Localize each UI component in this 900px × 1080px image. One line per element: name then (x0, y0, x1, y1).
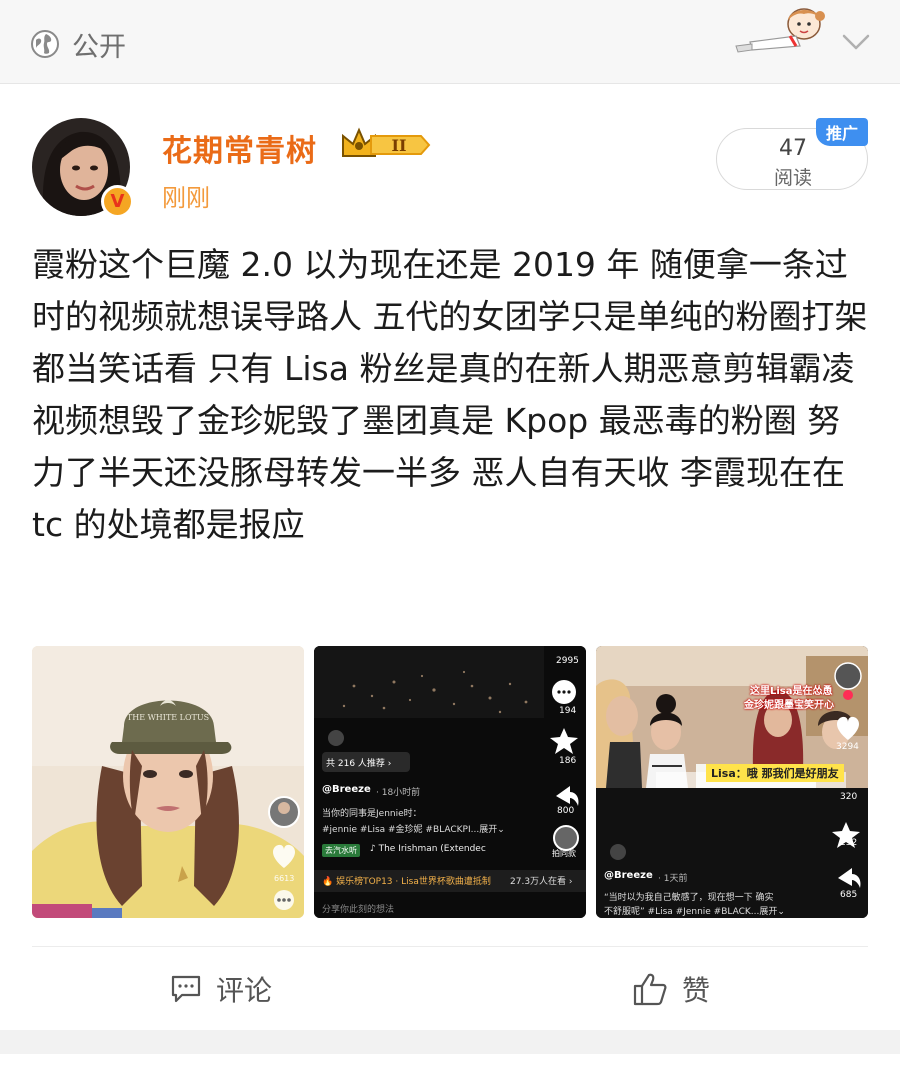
same-style-label[interactable]: 拍同款 (552, 848, 576, 859)
chevron-down-icon[interactable] (840, 28, 872, 54)
video-time: · 18小时前 (376, 788, 421, 798)
comment-button[interactable]: 评论 (170, 966, 272, 1012)
video-subtitle: Lisa：哦 那我们是好朋友 (706, 764, 844, 782)
music-tag[interactable]: 去汽水听 (322, 844, 360, 857)
member-level: II (392, 136, 407, 155)
video-caption-line2[interactable]: 不舒服呢” #Lisa #Jennie #BLACK...展开⌄ (604, 904, 785, 917)
verified-badge-icon: V (101, 185, 134, 218)
privacy-setting[interactable]: 公开 (30, 26, 126, 63)
read-label: 阅读 (773, 167, 812, 189)
globe-icon (31, 30, 59, 58)
video-time: · 1天前 (658, 874, 688, 884)
top-count: 2995 (556, 656, 579, 666)
reclining-mascot-icon (735, 8, 825, 53)
comment-label: 评论 (216, 974, 273, 1007)
media-thumbnail-3[interactable]: 这里Lisa是在怂恿 金珍妮跟墨宝笑开心 Lisa：哦 那我们是好朋友 3294… (596, 646, 868, 918)
top-bar: 公开 (0, 0, 900, 84)
music-title: ♪ The Irishman (Extendec (370, 844, 486, 854)
trending-banner[interactable]: 🔥 娱乐榜TOP13 · Lisa世界杯歌曲遭抵制 (322, 874, 491, 887)
like-label: 赞 (682, 974, 711, 1007)
video-caption-line2[interactable]: #jennie #Lisa #金珍妮 #BLACKPI...展开⌄ (322, 822, 505, 835)
username[interactable]: 花期常青树 (162, 126, 317, 170)
comment-input[interactable]: 分享你此刻的想法 (322, 902, 394, 915)
video-frame-1: THE WHITE LOTUS (32, 646, 304, 918)
video-caption-line1: “当时以为我自己敏感了，现在想一下 确实 (604, 893, 774, 903)
vip-crown-icon: II (342, 127, 431, 157)
hat-print: THE WHITE LOTUS (127, 713, 209, 722)
like-button[interactable]: 赞 (632, 966, 710, 1012)
star-count: 232 (840, 838, 858, 848)
promote-badge[interactable]: 推广 (816, 118, 868, 146)
privacy-label: 公开 (72, 31, 126, 63)
feed-separator (0, 1030, 900, 1054)
comment-count: 194 (559, 706, 577, 716)
video-author[interactable]: @Breeze (322, 784, 371, 795)
post-body: 霞粉这个巨魔 2.0 以为现在还是 2019 年 随便拿一条过时的视频就想误导路… (32, 245, 868, 544)
overlay-title: 这里Lisa是在怂恿 (750, 686, 833, 697)
media-thumbnail-2[interactable]: 2995 194 186 800 共 216 人推荐 › @Breeze · 1… (314, 646, 586, 918)
comment-count: 320 (840, 792, 858, 802)
action-divider (32, 946, 868, 947)
trending-count: 27.3万人在看 › (510, 877, 573, 887)
next-post-card (0, 1054, 900, 1080)
video-author[interactable]: @Breeze (604, 870, 653, 881)
post-timestamp: 刚刚 (162, 184, 210, 212)
recommend-label[interactable]: 共 216 人推荐 › (326, 756, 391, 769)
video-caption-line1: 当你的同事是Jennie时： (322, 809, 422, 819)
share-count: 800 (557, 806, 575, 816)
comment-icon (171, 975, 201, 1003)
media-thumbnail-1[interactable]: THE WHITE LOTUS 6613 (32, 646, 304, 918)
thumbs-up-icon (633, 973, 667, 1006)
overlay-subtitle: 金珍妮跟墨宝笑开心 (744, 700, 834, 711)
share-count: 685 (840, 890, 858, 900)
like-count: 3294 (836, 742, 859, 752)
like-count: 6613 (274, 874, 295, 883)
star-count: 186 (559, 756, 577, 766)
